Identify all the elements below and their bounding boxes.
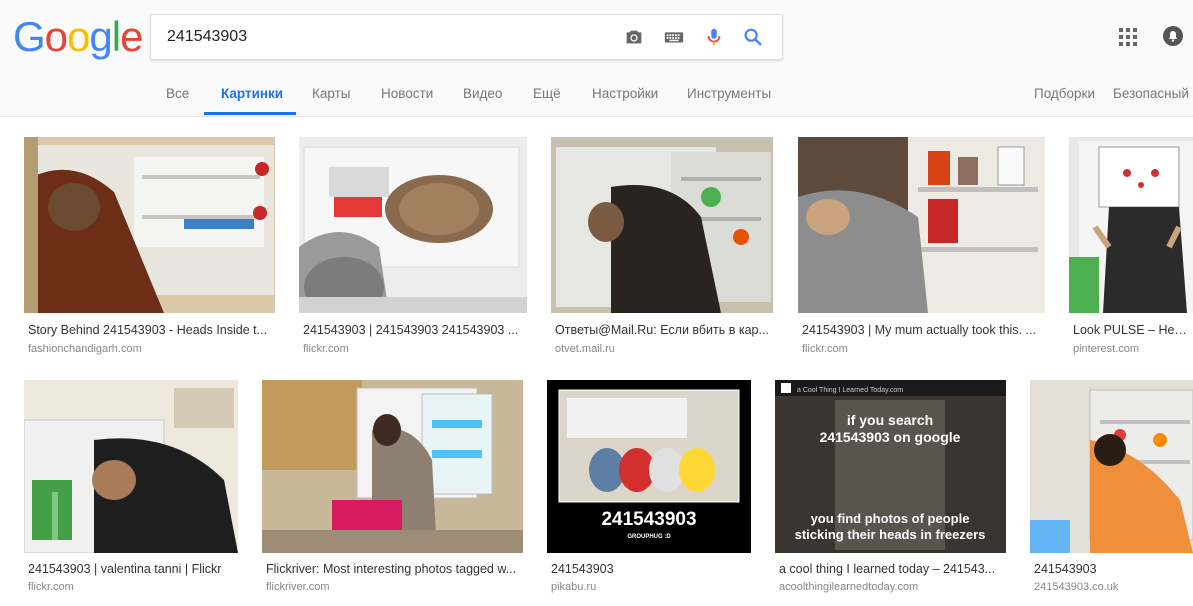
tab-tools[interactable]: Инструменты [687, 86, 771, 101]
image-result[interactable]: 241543903 | valentina tanni | Flickr fli… [24, 380, 238, 600]
result-source: pinterest.com [1073, 343, 1140, 355]
safesearch-link[interactable]: Безопасный [1113, 86, 1189, 101]
logo-letter: g [89, 13, 112, 60]
result-source: 241543903.co.uk [1034, 581, 1119, 593]
result-source: fashionchandigarh.com [28, 343, 142, 355]
result-thumbnail[interactable]: a Cool Thing I Learned Today.com if you … [775, 380, 1006, 553]
result-caption[interactable]: Flickriver: Most interesting photos tagg… [266, 562, 521, 576]
tab-more[interactable]: Ещё [533, 86, 561, 101]
image-result[interactable]: Story Behind 241543903 - Heads Inside t.… [24, 137, 275, 357]
mic-icon[interactable] [703, 26, 725, 48]
search-icon[interactable] [742, 26, 764, 48]
apps-grid-icon[interactable] [1118, 27, 1138, 47]
header: Google 241543903 Все Картинки Карты Ново… [0, 0, 1193, 117]
google-logo[interactable]: Google [13, 13, 143, 60]
tab-all[interactable]: Все [166, 86, 189, 101]
image-subtitle-text: GROUPHUG :D [627, 534, 671, 540]
result-caption[interactable]: 241543903 | valentina tanni | Flickr [28, 562, 236, 576]
result-caption[interactable]: Look PULSE – Head i [1073, 323, 1193, 337]
result-thumbnail[interactable]: 241543903 GROUPHUG :D [547, 380, 751, 553]
result-source: pikabu.ru [551, 581, 597, 593]
tab-settings[interactable]: Настройки [592, 86, 658, 101]
search-box[interactable] [150, 14, 783, 60]
result-source: flickr.com [802, 343, 848, 355]
image-text-line2: 241543903 on google [820, 429, 961, 445]
image-result[interactable]: 241543903 GROUPHUG :D 241543903 pikabu.r… [547, 380, 751, 600]
image-result[interactable]: Look PULSE – Head i pinterest.com [1069, 137, 1193, 357]
result-caption[interactable]: 241543903 [551, 562, 749, 576]
result-source: flickr.com [303, 343, 349, 355]
result-thumbnail[interactable] [24, 380, 238, 553]
image-result[interactable]: Ответы@Mail.Ru: Если вбить в кар... otve… [551, 137, 773, 357]
result-caption[interactable]: 241543903 | 241543903 241543903 ... [303, 323, 523, 337]
keyboard-icon[interactable] [663, 26, 685, 48]
tab-maps[interactable]: Карты [312, 86, 350, 101]
image-text-line4: sticking their heads in freezers [795, 527, 986, 542]
search-tabs: Все Картинки Карты Новости Видео Ещё Нас… [0, 78, 1193, 116]
tab-video[interactable]: Видео [463, 86, 502, 101]
logo-letter: o [44, 13, 68, 60]
result-caption[interactable]: a cool thing I learned today – 241543... [779, 562, 1004, 576]
result-thumbnail[interactable] [1030, 380, 1193, 553]
search-input[interactable] [165, 15, 609, 59]
logo-letter: l [111, 13, 121, 60]
result-thumbnail[interactable] [551, 137, 773, 313]
result-caption[interactable]: Ответы@Mail.Ru: Если вбить в кар... [555, 323, 771, 337]
result-thumbnail[interactable] [24, 137, 275, 313]
logo-letter: o [67, 13, 90, 60]
image-result[interactable]: a Cool Thing I Learned Today.com if you … [775, 380, 1006, 600]
image-banner-text: a Cool Thing I Learned Today.com [797, 387, 903, 394]
result-source: flickriver.com [266, 581, 330, 593]
collections-link[interactable]: Подборки [1034, 86, 1095, 101]
result-source: flickr.com [28, 581, 74, 593]
result-thumbnail[interactable] [262, 380, 523, 553]
image-result[interactable]: 241543903 241543903.co.uk [1030, 380, 1193, 600]
image-result[interactable]: Flickriver: Most interesting photos tagg… [262, 380, 523, 600]
result-thumbnail[interactable] [798, 137, 1045, 313]
camera-icon[interactable] [623, 26, 645, 48]
result-thumbnail[interactable] [1069, 137, 1193, 313]
image-result[interactable]: 241543903 | 241543903 241543903 ... flic… [299, 137, 527, 357]
result-source: acoolthingilearnedtoday.com [779, 581, 919, 593]
active-tab-indicator [204, 112, 296, 115]
tab-images[interactable]: Картинки [221, 86, 283, 101]
result-source: otvet.mail.ru [555, 343, 615, 355]
image-headline-text: 241543903 [601, 509, 696, 530]
result-caption[interactable]: 241543903 | My mum actually took this. .… [802, 323, 1043, 337]
result-thumbnail[interactable] [299, 137, 527, 313]
image-text-line3: you find photos of people [811, 511, 970, 526]
result-caption[interactable]: 241543903 [1034, 562, 1193, 576]
image-text-line1: if you search [847, 412, 933, 428]
bell-icon[interactable] [1162, 25, 1184, 47]
logo-letter: G [13, 13, 46, 60]
logo-letter: e [120, 13, 143, 60]
tab-news[interactable]: Новости [381, 86, 433, 101]
image-result[interactable]: 241543903 | My mum actually took this. .… [798, 137, 1045, 357]
result-caption[interactable]: Story Behind 241543903 - Heads Inside t.… [28, 323, 271, 337]
